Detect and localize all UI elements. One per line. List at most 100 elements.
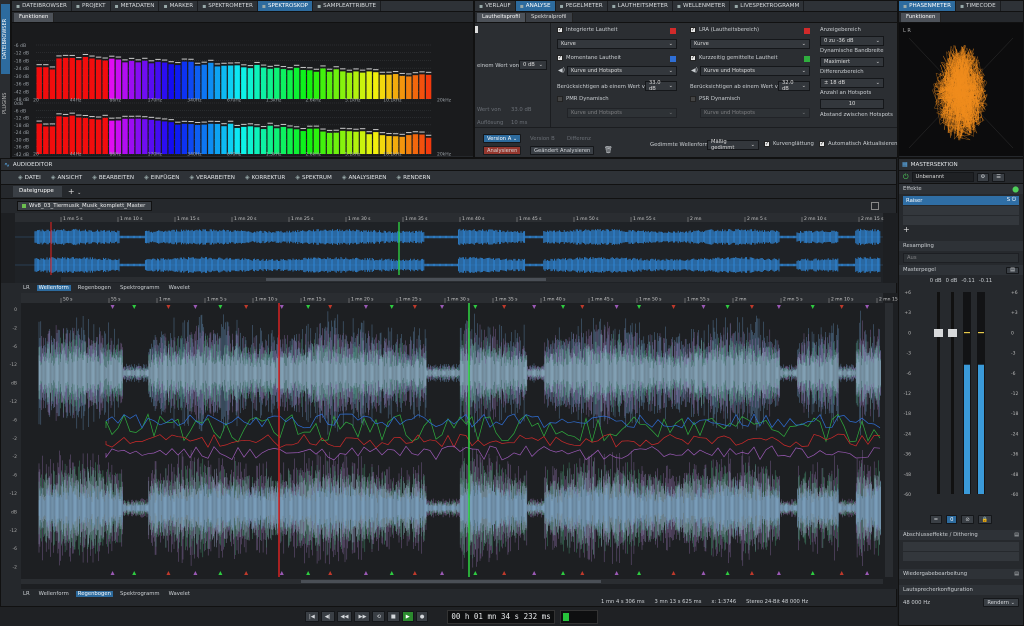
- marker-triangle[interactable]: [389, 571, 394, 575]
- marker-triangle[interactable]: [725, 571, 730, 575]
- marker-triangle[interactable]: [614, 305, 619, 309]
- dynamic-bandwidth-select[interactable]: Maximiert ⌄: [820, 57, 884, 67]
- top-left-tab-0[interactable]: ▪ DATEIBROWSER: [12, 1, 72, 11]
- marker-triangle[interactable]: [502, 305, 507, 309]
- marker-triangle[interactable]: [614, 571, 619, 575]
- marker-triangle[interactable]: [637, 571, 642, 575]
- marker-triangle[interactable]: [671, 571, 676, 575]
- marker-triangle[interactable]: [532, 571, 537, 575]
- analysis-tab-4[interactable]: ▪ WELLENMETER: [673, 1, 731, 11]
- overview-scroll-thumb[interactable]: [266, 278, 546, 281]
- view-toggle-icon[interactable]: [871, 202, 879, 210]
- marker-triangle[interactable]: [166, 305, 171, 309]
- marker-triangle[interactable]: [363, 571, 368, 575]
- hotspot-count-select[interactable]: 10: [820, 99, 884, 109]
- final-slot[interactable]: [903, 552, 1019, 561]
- menu-verarbeiten[interactable]: ◈ VERARBEITEN: [184, 174, 240, 181]
- version-a-button[interactable]: Version A ⌄: [483, 134, 522, 143]
- final-slot[interactable]: [903, 542, 1019, 551]
- cut-threshold-value[interactable]: 0 dB ⌄: [519, 60, 547, 70]
- record-button[interactable]: ●: [415, 611, 429, 622]
- marker-triangle[interactable]: [218, 571, 223, 575]
- pmr-checkbox[interactable]: [557, 96, 563, 102]
- marker-triangle[interactable]: [363, 305, 368, 309]
- momentary-loudness-mode[interactable]: Kurve und Hotspots ⌄: [567, 66, 677, 76]
- menu-datei[interactable]: ◈ DATEI: [13, 174, 46, 181]
- file-tab[interactable]: Wv8_03_Tiermusik_Musik_komplett_Master: [17, 201, 153, 211]
- plugin-slot-raiser[interactable]: Raiser S ⏻: [903, 196, 1019, 205]
- marker-triangle[interactable]: [440, 571, 445, 575]
- top-left-tab-5[interactable]: ▪ SPEKTROSKOP: [257, 1, 314, 11]
- meter-value-button[interactable]: 0: [946, 515, 958, 524]
- psr-mode[interactable]: Kurve und Hotspots ⌄: [700, 108, 810, 118]
- menu-einfügen[interactable]: ◈ EINFÜGEN: [139, 174, 184, 181]
- marker-triangle[interactable]: [839, 305, 844, 309]
- add-plugin-button[interactable]: +: [903, 226, 1019, 235]
- resampling-select[interactable]: Aus: [903, 253, 1019, 263]
- menu-ansicht[interactable]: ◈ ANSICHT: [46, 174, 87, 181]
- plugin-slot-empty[interactable]: [903, 216, 1019, 225]
- marker-triangle[interactable]: [193, 305, 198, 309]
- integrated-loudness-checkbox[interactable]: ✓: [557, 27, 563, 33]
- link-button[interactable]: =: [929, 515, 943, 524]
- plugin-slot-empty[interactable]: [903, 206, 1019, 215]
- marker-triangle[interactable]: [328, 571, 333, 575]
- marker-triangle[interactable]: [218, 305, 223, 309]
- top-left-tab-2[interactable]: ▪ METADATEN: [111, 1, 160, 11]
- fader-handle[interactable]: [934, 329, 943, 337]
- marker-triangle[interactable]: [865, 305, 870, 309]
- master-meter[interactable]: +6 +6 +3 +3 0 0 -3 -3 -6 -6 -12 -12 -18 -18 -24 -24 -36 -…: [899, 284, 1023, 514]
- marker-triangle[interactable]: [244, 571, 249, 575]
- psr-checkbox[interactable]: [690, 96, 696, 102]
- marker-triangle[interactable]: [132, 571, 137, 575]
- pmr-mode[interactable]: Kurve und Hotspots ⌄: [567, 108, 677, 118]
- menu-spektrum[interactable]: ◈ SPEKTRUM: [290, 174, 337, 181]
- preset-select[interactable]: Unbenannt: [911, 172, 974, 182]
- version-b-button[interactable]: Version B: [530, 136, 555, 142]
- marker-triangle[interactable]: [839, 571, 844, 575]
- marker-triangle[interactable]: [561, 305, 566, 309]
- marker-triangle[interactable]: [810, 571, 815, 575]
- display-range-select[interactable]: 0 zu -36 dB ⌄: [820, 36, 884, 46]
- phase-tab-1[interactable]: ▪ TIMECODE: [956, 1, 1001, 11]
- lra-checkbox[interactable]: ✓: [690, 27, 696, 33]
- analysis-tab-1[interactable]: ▪ ANALYSE: [515, 1, 556, 11]
- short-term-loudness-mode[interactable]: Kurve und Hotspots ⌄: [700, 66, 810, 76]
- marker-triangle[interactable]: [389, 305, 394, 309]
- view-tab-1[interactable]: Wellenform: [37, 591, 71, 597]
- short-term-loudness-checkbox[interactable]: ✓: [690, 55, 696, 61]
- functions-tab[interactable]: Funktionen: [14, 12, 55, 22]
- previous-marker-button[interactable]: ◀|: [320, 611, 335, 622]
- play-button[interactable]: ▶: [401, 611, 414, 622]
- view-tab-1[interactable]: Wellenform: [36, 285, 71, 291]
- marker-triangle[interactable]: [749, 305, 754, 309]
- render-button[interactable]: Rendern ⌄: [983, 598, 1019, 607]
- loop-button[interactable]: ⟲: [372, 611, 385, 622]
- marker-triangle[interactable]: [865, 571, 870, 575]
- marker-triangle[interactable]: [440, 305, 445, 309]
- file-group-tab[interactable]: Dateigruppe: [13, 186, 62, 197]
- marker-triangle[interactable]: [193, 571, 198, 575]
- threshold-value-2[interactable]: 32.0 dB ⌄: [778, 80, 810, 92]
- fader-handle[interactable]: [948, 329, 957, 337]
- menu-rendern[interactable]: ◈ RENDERN: [391, 174, 435, 181]
- menu-bearbeiten[interactable]: ◈ BEARBEITEN: [87, 174, 139, 181]
- analysis-tab-0[interactable]: ▪ VERLAUF: [475, 1, 516, 11]
- vertical-scrollbar[interactable]: [885, 303, 893, 577]
- marker-triangle[interactable]: [473, 305, 478, 309]
- add-tab-icon[interactable]: + ⌄: [68, 187, 81, 196]
- view-tab-4[interactable]: Wavelet: [167, 285, 192, 291]
- marker-triangle[interactable]: [532, 305, 537, 309]
- view-tab-3[interactable]: Spektrogramm: [118, 285, 162, 291]
- phase-tab-0[interactable]: ▪ PHASENMETER: [899, 1, 956, 11]
- side-tab-filebrowser[interactable]: DATEIBROWSER: [1, 4, 10, 74]
- analyze-button[interactable]: Analysieren: [483, 146, 522, 155]
- stop-button[interactable]: ■: [386, 611, 400, 622]
- marker-triangle[interactable]: [776, 571, 781, 575]
- lra-color[interactable]: [804, 28, 810, 34]
- marker-triangle[interactable]: [473, 571, 478, 575]
- top-left-tab-3[interactable]: ▪ MARKER: [159, 1, 199, 11]
- marker-triangle[interactable]: [110, 305, 115, 309]
- view-tab-2[interactable]: Regenbogen: [75, 591, 114, 597]
- short-term-loudness-color[interactable]: [804, 56, 810, 62]
